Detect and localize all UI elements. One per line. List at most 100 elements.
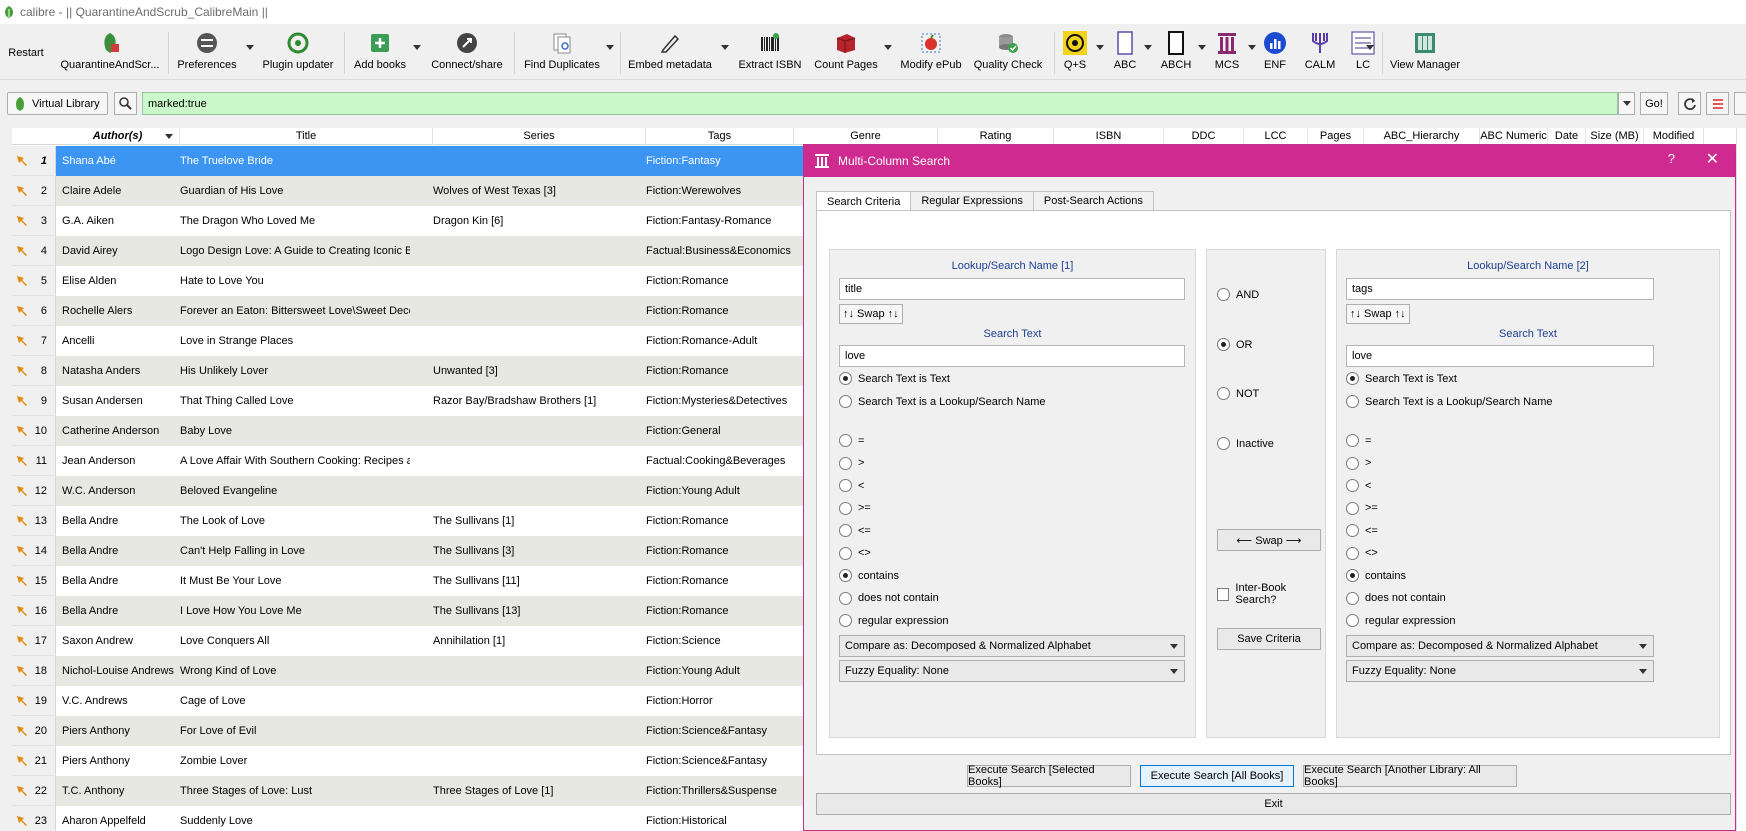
operator-radio-1[interactable]: <=: [839, 524, 871, 537]
row-number[interactable]: 11: [12, 446, 56, 476]
embed-metadata-button[interactable]: Embed metadata: [626, 28, 714, 78]
column-header-series[interactable]: Series: [433, 128, 646, 145]
operator-radio-1[interactable]: <>: [839, 546, 871, 560]
row-number[interactable]: 3: [12, 206, 56, 236]
abch-button[interactable]: ABCH: [1156, 28, 1196, 78]
column-header-pages[interactable]: Pages: [1308, 128, 1364, 145]
operator-radio-2[interactable]: >=: [1346, 501, 1378, 515]
column-header-abc-hierarchy[interactable]: ABC_Hierarchy: [1364, 128, 1480, 145]
row-number[interactable]: 19: [12, 686, 56, 716]
column-header-isbn[interactable]: ISBN: [1054, 128, 1164, 145]
qs-dropdown-arrow[interactable]: [1096, 45, 1104, 50]
tab-regular-expressions[interactable]: Regular Expressions: [910, 191, 1034, 211]
operator-radio-2[interactable]: <=: [1346, 524, 1378, 537]
radio-text-is-lookup-2[interactable]: Search Text is a Lookup/Search Name: [1346, 395, 1553, 408]
lookup-input-2[interactable]: tags: [1346, 278, 1654, 300]
column-header-size[interactable]: Size (MB): [1586, 128, 1644, 145]
row-number[interactable]: 15: [12, 566, 56, 596]
column-header-ddc[interactable]: DDC: [1164, 128, 1244, 145]
preferences-dropdown-arrow[interactable]: [246, 45, 254, 50]
column-header-rating[interactable]: Rating: [938, 128, 1054, 145]
row-number[interactable]: 10: [12, 416, 56, 446]
lc-dropdown-arrow[interactable]: [1366, 45, 1374, 50]
restart-button[interactable]: Restart: [6, 28, 46, 78]
row-number[interactable]: 13: [12, 506, 56, 536]
operator-radio-1[interactable]: >=: [839, 501, 871, 515]
mcs-dropdown-arrow[interactable]: [1248, 45, 1256, 50]
operator-radio-1[interactable]: regular expression: [839, 614, 949, 627]
column-header-date[interactable]: Date: [1548, 128, 1586, 145]
row-number[interactable]: 9: [12, 386, 56, 416]
radio-text-is-lookup-1[interactable]: Search Text is a Lookup/Search Name: [839, 395, 1046, 408]
operator-radio-1[interactable]: >: [839, 456, 864, 470]
row-number[interactable]: 23: [12, 806, 56, 831]
column-header-genre[interactable]: Genre: [794, 128, 938, 145]
search-options-button[interactable]: [114, 92, 137, 115]
quality-check-button[interactable]: Quality Check: [970, 28, 1046, 78]
swap-button-2[interactable]: ↑↓ Swap ↑↓: [1346, 304, 1410, 324]
calm-button[interactable]: CALM: [1300, 28, 1340, 78]
row-number[interactable]: 12: [12, 476, 56, 506]
qs-button[interactable]: Q+S: [1058, 28, 1092, 78]
more-search-button[interactable]: [1734, 92, 1746, 115]
logic-radio-and[interactable]: AND: [1217, 288, 1259, 301]
row-number[interactable]: 20: [12, 716, 56, 746]
operator-radio-1[interactable]: =: [839, 434, 864, 447]
operator-radio-1[interactable]: does not contain: [839, 591, 939, 605]
embed-metadata-dropdown-arrow[interactable]: [721, 45, 729, 50]
row-number[interactable]: 8: [12, 356, 56, 386]
column-header-title[interactable]: Title: [180, 128, 433, 145]
operator-radio-1[interactable]: contains: [839, 569, 899, 582]
compare-as-dropdown-2[interactable]: Compare as: Decomposed & Normalized Alph…: [1346, 635, 1654, 657]
connect-share-button[interactable]: Connect/share: [428, 28, 506, 78]
execute-selected-books-button[interactable]: Execute Search [Selected Books]: [967, 764, 1131, 788]
fuzzy-equality-dropdown-1[interactable]: Fuzzy Equality: None: [839, 660, 1185, 682]
row-number[interactable]: 17: [12, 626, 56, 656]
operator-radio-1[interactable]: <: [839, 479, 864, 492]
add-books-dropdown-arrow[interactable]: [413, 45, 421, 50]
row-number[interactable]: 16: [12, 596, 56, 626]
help-button[interactable]: ?: [1668, 151, 1675, 166]
column-header-modified[interactable]: Modified: [1644, 128, 1704, 145]
quarantine-button[interactable]: QuarantineAndScr...: [58, 28, 162, 78]
middle-swap-button[interactable]: ⟵ Swap ⟶: [1217, 529, 1321, 551]
find-duplicates-button[interactable]: Find Duplicates: [520, 28, 604, 78]
modify-epub-button[interactable]: Modify ePub: [898, 28, 964, 78]
clear-search-button[interactable]: [1678, 92, 1701, 115]
inter-book-search-checkbox[interactable]: Inter-Book Search?: [1217, 582, 1325, 606]
operator-radio-2[interactable]: contains: [1346, 569, 1406, 582]
abch-dropdown-arrow[interactable]: [1198, 45, 1206, 50]
row-number[interactable]: 22: [12, 776, 56, 806]
plugin-updater-button[interactable]: Plugin updater: [260, 28, 336, 78]
virtual-library-button[interactable]: Virtual Library: [7, 92, 108, 115]
swap-button-1[interactable]: ↑↓ Swap ↑↓: [839, 304, 903, 324]
count-pages-dropdown-arrow[interactable]: [884, 45, 892, 50]
search-input[interactable]: marked:true: [142, 92, 1618, 115]
row-number[interactable]: 14: [12, 536, 56, 566]
radio-text-is-text-2[interactable]: Search Text is Text: [1346, 372, 1457, 385]
column-header-abc-numeric[interactable]: ABC Numeric: [1480, 128, 1548, 145]
execute-another-library-button[interactable]: Execute Search [Another Library: All Boo…: [1303, 764, 1517, 788]
extract-isbn-button[interactable]: Extract ISBN: [736, 28, 804, 78]
search-history-dropdown[interactable]: [1618, 92, 1635, 115]
logic-radio-inactive[interactable]: Inactive: [1217, 437, 1274, 450]
operator-radio-2[interactable]: <>: [1346, 546, 1378, 560]
go-button[interactable]: Go!: [1640, 92, 1668, 115]
fuzzy-equality-dropdown-2[interactable]: Fuzzy Equality: None: [1346, 660, 1654, 682]
find-duplicates-dropdown-arrow[interactable]: [606, 45, 614, 50]
lookup-input-1[interactable]: title: [839, 278, 1185, 300]
mcs-button[interactable]: MCS: [1210, 28, 1244, 78]
row-number[interactable]: 6: [12, 296, 56, 326]
operator-radio-2[interactable]: >: [1346, 456, 1371, 470]
tab-post-search-actions[interactable]: Post-Search Actions: [1032, 191, 1154, 211]
row-number[interactable]: 4: [12, 236, 56, 266]
exit-button[interactable]: Exit: [816, 793, 1731, 815]
row-number[interactable]: 2: [12, 176, 56, 206]
row-number[interactable]: 18: [12, 656, 56, 686]
column-header-authors[interactable]: Author(s): [56, 128, 180, 145]
compare-as-dropdown-1[interactable]: Compare as: Decomposed & Normalized Alph…: [839, 635, 1185, 657]
row-number[interactable]: 1: [12, 146, 56, 176]
logic-radio-not[interactable]: NOT: [1217, 387, 1259, 400]
add-books-button[interactable]: Add books: [350, 28, 410, 78]
row-number[interactable]: 5: [12, 266, 56, 296]
